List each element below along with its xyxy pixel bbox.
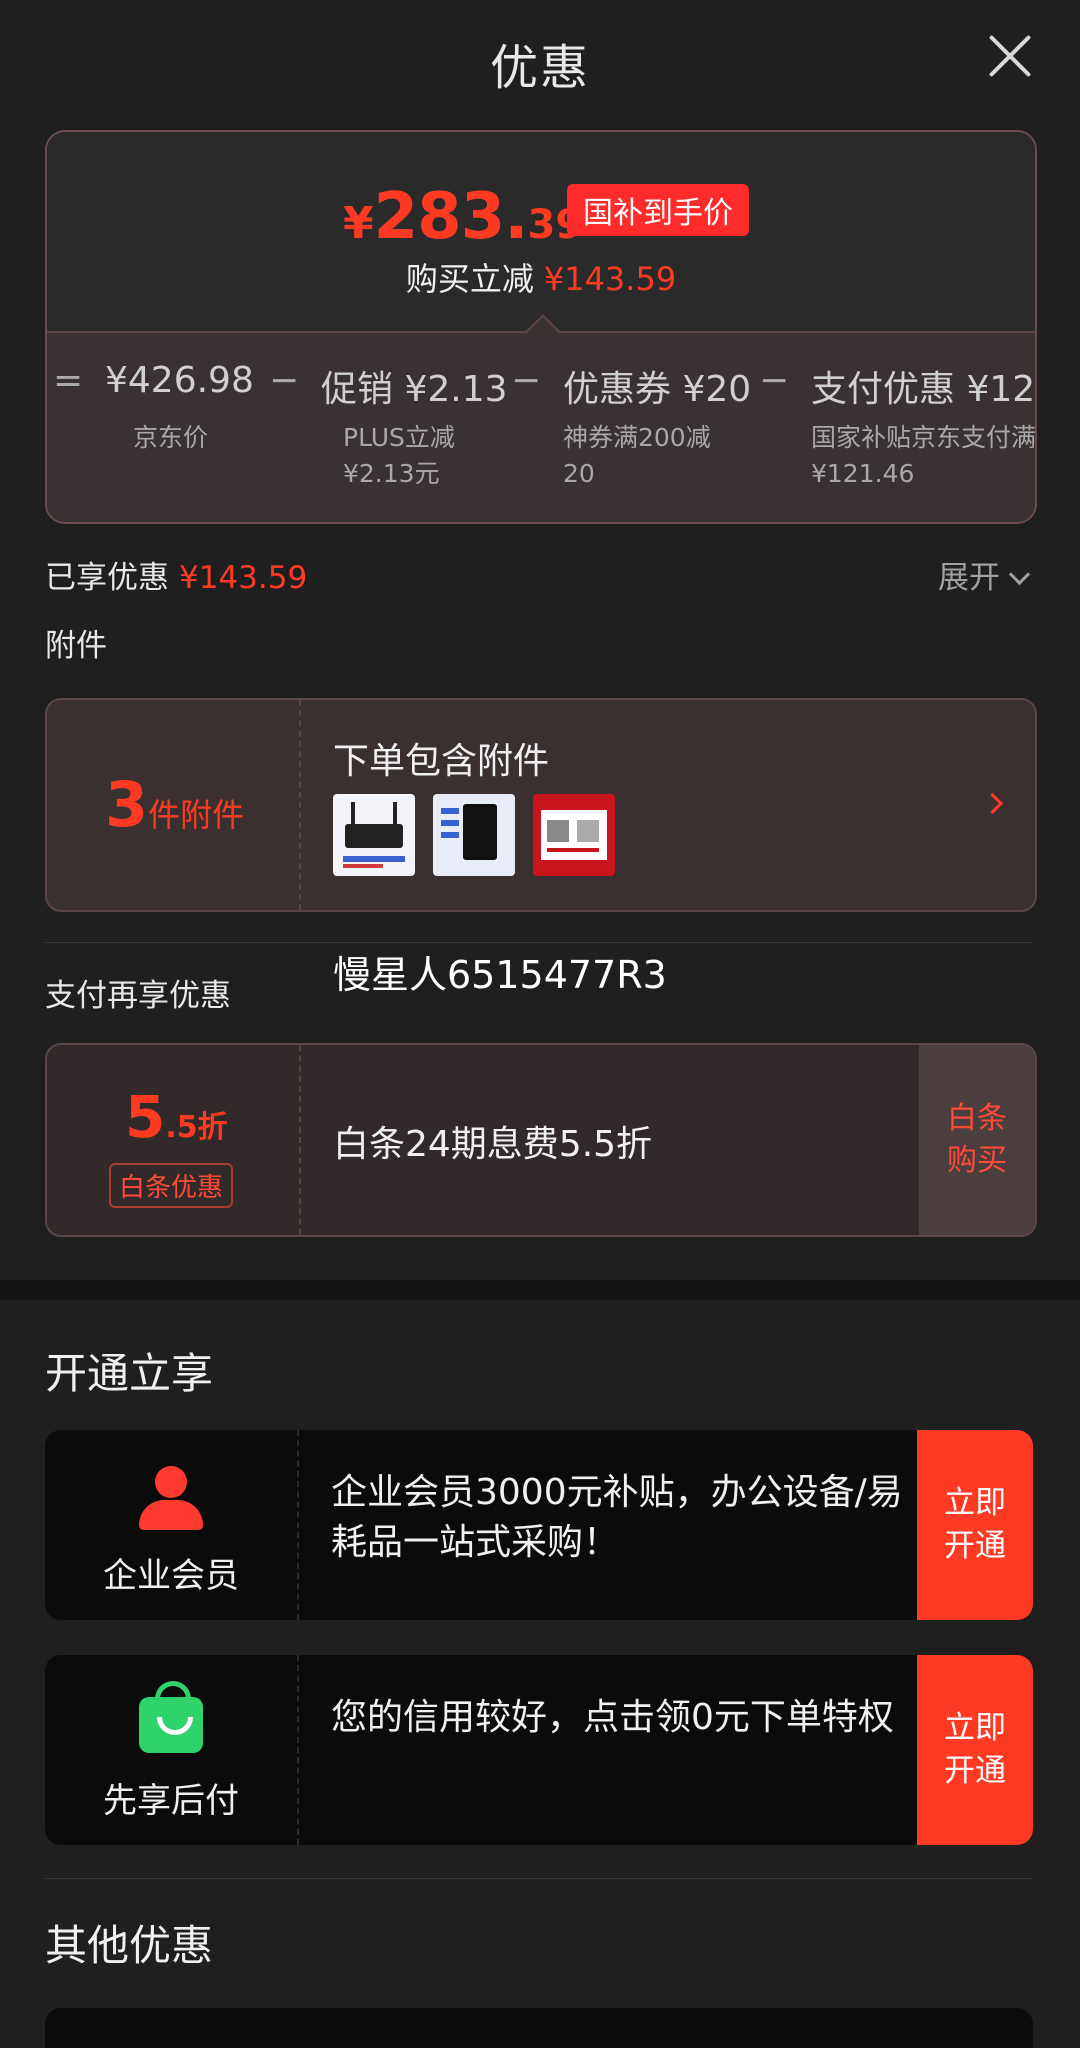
username-overlay: 慢星人6515477R3 bbox=[333, 953, 667, 997]
accessories-section-title: 附件 bbox=[45, 628, 107, 664]
reduce-amount: ¥143.59 bbox=[543, 260, 677, 298]
pay-later-label: 先享后付 bbox=[103, 1781, 239, 1821]
other-offer-card[interactable] bbox=[45, 2008, 1033, 2048]
breakdown-desc-line: PLUS立减 bbox=[343, 423, 455, 452]
saved-amount: ¥143.59 bbox=[179, 560, 308, 596]
chevron-down-icon bbox=[1008, 563, 1031, 586]
expand-button[interactable]: 展开 bbox=[938, 552, 1031, 597]
breakdown-operator: = bbox=[53, 360, 84, 401]
person-icon bbox=[137, 1466, 205, 1530]
breakdown-operator: − bbox=[269, 360, 300, 401]
accessories-title: 下单包含附件 bbox=[333, 741, 550, 782]
breakdown-payment-desc: 国家补贴京东支付满 ¥121.46 bbox=[811, 420, 1037, 492]
accessory-count-number: 3 bbox=[105, 768, 149, 841]
final-price-currency: ¥ bbox=[343, 198, 374, 249]
open-now-section-title: 开通立享 bbox=[45, 1349, 214, 1398]
breakdown-jd-price-desc: 京东价 bbox=[133, 420, 208, 456]
breakdown-coupon: 优惠券 ¥20 bbox=[563, 369, 752, 410]
pay-later-card[interactable]: 先享后付 您的信用较好，点击领0元下单特权 立即 开通 bbox=[45, 1655, 1033, 1845]
enterprise-open-button[interactable]: 立即 开通 bbox=[917, 1430, 1033, 1620]
reduce-line: 购买立减 ¥143.59 bbox=[47, 254, 1035, 300]
expand-label: 展开 bbox=[938, 560, 1000, 596]
enterprise-member-label: 企业会员 bbox=[103, 1556, 239, 1596]
final-price-integer: 283. bbox=[373, 180, 529, 254]
saved-discount: 已享优惠 ¥143.59 bbox=[45, 552, 307, 597]
saved-label: 已享优惠 bbox=[45, 560, 169, 596]
breakdown-desc-line: ¥2.13元 bbox=[343, 459, 440, 488]
breakdown-desc-line: 20 bbox=[563, 459, 595, 488]
close-icon[interactable] bbox=[986, 32, 1034, 80]
pay-later-open-label: 立即 开通 bbox=[944, 1710, 1006, 1789]
breakdown-promotion-desc: PLUS立减 ¥2.13元 bbox=[343, 420, 455, 492]
breakdown-desc-line: ¥121.46 bbox=[811, 459, 915, 488]
accessory-thumbnail-kit[interactable] bbox=[533, 794, 615, 876]
accessory-thumbnail-router[interactable] bbox=[333, 794, 415, 876]
breakdown-desc-line: 神券满200减 bbox=[563, 423, 711, 452]
chevron-right-icon[interactable] bbox=[981, 792, 1004, 815]
baitiao-description: 白条24期息费5.5折 bbox=[333, 1124, 653, 1165]
baitiao-card[interactable]: 5.5折 白条优惠 白条24期息费5.5折 白条 购买 bbox=[45, 1043, 1037, 1237]
baitiao-buy-button[interactable]: 白条 购买 bbox=[919, 1045, 1035, 1235]
payment-section-title: 支付再享优惠 bbox=[45, 978, 231, 1014]
accessory-thumbnail-sdcard[interactable] bbox=[433, 794, 515, 876]
breakdown-coupon-desc: 神券满200减 20 bbox=[563, 420, 711, 492]
final-price: ¥283.39 bbox=[343, 180, 583, 254]
enterprise-member-card[interactable]: 企业会员 企业会员3000元补贴，办公设备/易耗品一站式采购！ 立即 开通 bbox=[45, 1430, 1033, 1620]
breakdown-payment-discount: 支付优惠 ¥121. bbox=[811, 369, 1036, 410]
breakdown-operator: − bbox=[759, 360, 790, 401]
accessories-card[interactable]: 3件附件 下单包含附件 bbox=[45, 698, 1037, 912]
breakdown-promotion: 促销 ¥2.13 bbox=[321, 369, 508, 410]
enterprise-member-description: 企业会员3000元补贴，办公设备/易耗品一站式采购！ bbox=[331, 1472, 903, 1563]
accessory-count: 3件附件 bbox=[105, 768, 244, 841]
accessory-count-unit: 件附件 bbox=[148, 796, 245, 834]
baitiao-discount-big: 5 bbox=[125, 1083, 166, 1151]
page-title: 优惠 bbox=[489, 40, 590, 96]
breakdown-desc-line: 国家补贴京东支付满 bbox=[811, 423, 1037, 452]
enterprise-open-label: 立即 开通 bbox=[944, 1485, 1006, 1564]
baitiao-tag: 白条优惠 bbox=[109, 1163, 234, 1208]
baitiao-buy-label: 白条 购买 bbox=[947, 1101, 1007, 1178]
breakdown-jd-price: ¥426.98 bbox=[105, 360, 254, 401]
price-summary-card: ¥283.39 国补到手价 购买立减 ¥143.59 = ¥426.98 京东价 … bbox=[45, 130, 1037, 524]
baitiao-discount: 5.5折 bbox=[125, 1083, 228, 1151]
pay-later-open-button[interactable]: 立即 开通 bbox=[917, 1655, 1033, 1845]
shopping-bag-icon bbox=[139, 1681, 203, 1753]
other-offers-section-title: 其他优惠 bbox=[45, 1921, 214, 1970]
baitiao-discount-small: .5折 bbox=[165, 1110, 228, 1145]
subsidy-badge: 国补到手价 bbox=[567, 184, 749, 236]
breakdown-desc-line: 京东价 bbox=[133, 423, 209, 452]
pay-later-description: 您的信用较好，点击领0元下单特权 bbox=[331, 1697, 894, 1738]
reduce-label: 购买立减 bbox=[405, 260, 534, 298]
breakdown-operator: − bbox=[511, 360, 542, 401]
